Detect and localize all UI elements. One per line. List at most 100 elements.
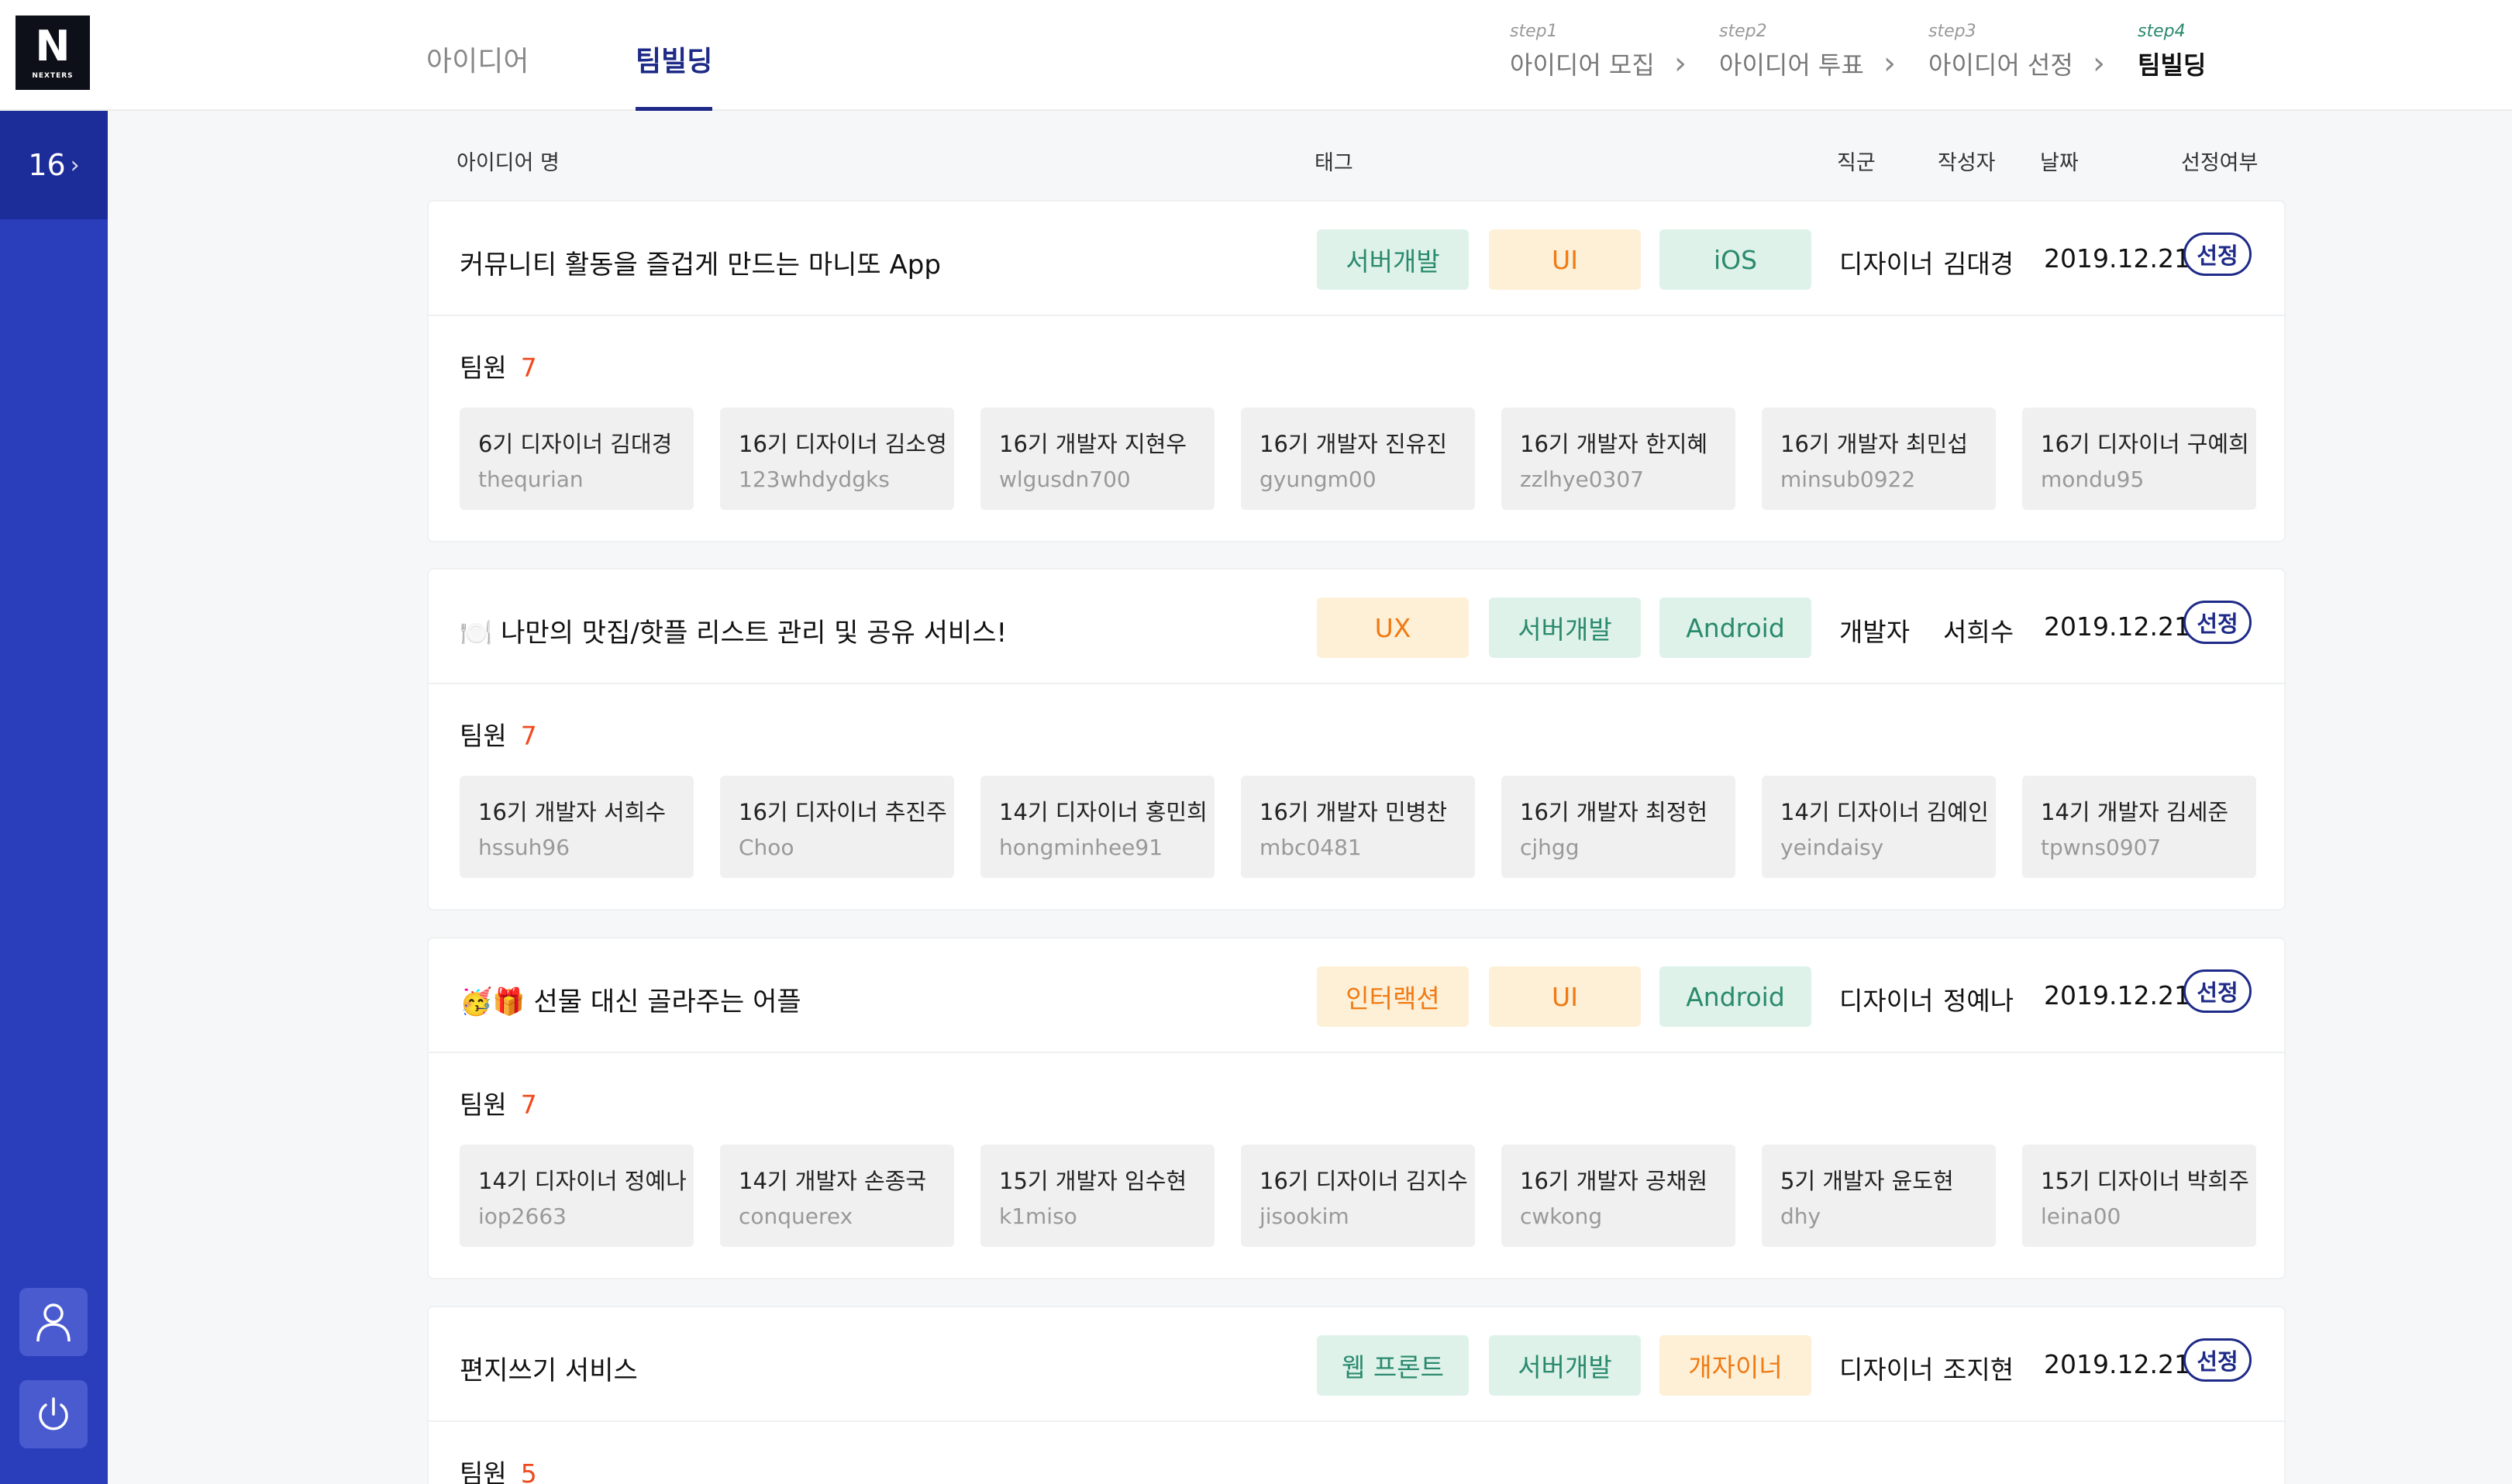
generation-number: 16: [28, 148, 66, 182]
tag: 서버개발: [1317, 229, 1469, 290]
member-chip[interactable]: 16기 개발자 공채원 cwkong: [1501, 1145, 1735, 1247]
tab-team-building[interactable]: 팀빌딩: [636, 39, 713, 111]
member-name: 16기 디자이너 추진주: [739, 799, 947, 825]
member-name: 15기 개발자 임수현: [999, 1168, 1187, 1194]
tag: Android: [1659, 597, 1811, 658]
member-chip[interactable]: 14기 디자이너 홍민희 hongminhee91: [980, 776, 1215, 878]
member-chip[interactable]: 14기 디자이너 정예나 iop2663: [460, 1145, 694, 1247]
member-chip[interactable]: 6기 디자이너 김대경 thequrian: [460, 408, 694, 510]
step-2: step2 아이디어 투표: [1719, 22, 1864, 81]
idea-card: 커뮤니티 활동을 즐겁게 만드는 마니또 App 서버개발 UI iOS 디자이…: [427, 200, 2286, 542]
members-label: 팀원: [460, 1458, 507, 1484]
members-heading: 팀원 7: [460, 1084, 537, 1121]
step-3-number: step3: [1928, 22, 1976, 41]
member-id: dhy: [1780, 1203, 1821, 1229]
role: 디자이너: [1839, 986, 1934, 1016]
member-chip[interactable]: 16기 개발자 민병찬 mbc0481: [1241, 776, 1475, 878]
member-chip[interactable]: 16기 개발자 최민섭 minsub0922: [1762, 408, 1996, 510]
date: 2019.12.21: [2044, 1349, 2190, 1379]
selected-badge[interactable]: 선정: [2183, 232, 2252, 276]
tag: UX: [1317, 597, 1469, 658]
tag: iOS: [1659, 229, 1811, 290]
tab-idea[interactable]: 아이디어: [426, 39, 529, 111]
selected-badge[interactable]: 선정: [2183, 601, 2252, 644]
author: 정예나: [1943, 986, 2014, 1016]
logo-word: NEXTERS: [32, 72, 74, 80]
member-chip[interactable]: 16기 디자이너 김소영 123whdydgks: [720, 408, 954, 510]
member-chip[interactable]: 16기 개발자 서희수 hssuh96: [460, 776, 694, 878]
author: 조지현: [1943, 1355, 2014, 1385]
step-3: step3 아이디어 선정: [1928, 22, 2073, 81]
sidebar: 16 ›: [0, 111, 108, 1484]
member-chip[interactable]: 16기 디자이너 구예희 mondu95: [2022, 408, 2256, 510]
member-chip[interactable]: 15기 디자이너 박희주 leina00: [2022, 1145, 2256, 1247]
member-name: 14기 디자이너 김예인: [1780, 799, 1989, 825]
generation-selector[interactable]: 16 ›: [0, 111, 108, 219]
member-name: 14기 디자이너 정예나: [478, 1168, 687, 1194]
member-name: 14기 개발자 손종국: [739, 1168, 927, 1194]
column-header-selection: 선정여부: [2181, 151, 2259, 175]
member-id: conquerex: [739, 1203, 853, 1229]
member-chip[interactable]: 16기 디자이너 김지수 jisookim: [1241, 1145, 1475, 1247]
role: 개발자: [1839, 617, 1911, 647]
member-name: 15기 디자이너 박희주: [2041, 1168, 2249, 1194]
member-chip[interactable]: 14기 개발자 김세준 tpwns0907: [2022, 776, 2256, 878]
member-id: cjhgg: [1520, 835, 1580, 860]
column-header-tag: 태그: [1315, 151, 1353, 175]
members-heading: 팀원 7: [460, 347, 537, 384]
member-id: tpwns0907: [2041, 835, 2162, 860]
date: 2019.12.21: [2044, 243, 2190, 274]
member-id: 123whdydgks: [739, 467, 890, 492]
tag: UI: [1489, 966, 1641, 1027]
step-4-number: step4: [2138, 22, 2186, 41]
step-3-name: 아이디어 선정: [1928, 50, 2073, 80]
member-id: jisookim: [1259, 1203, 1349, 1229]
member-name: 16기 개발자 한지혜: [1520, 431, 1708, 457]
member-id: hssuh96: [478, 835, 570, 860]
member-id: leina00: [2041, 1203, 2121, 1229]
nexters-logo[interactable]: N NEXTERS: [16, 15, 90, 90]
member-id: wlgusdn700: [999, 467, 1131, 492]
role: 디자이너: [1839, 1355, 1934, 1385]
members-label: 팀원: [460, 1090, 507, 1120]
idea-card-header[interactable]: 🍽️ 나만의 맛집/핫플 리스트 관리 및 공유 서비스! UX 서버개발 An…: [429, 570, 2284, 684]
member-chip[interactable]: 16기 개발자 지현우 wlgusdn700: [980, 408, 1215, 510]
member-chip[interactable]: 14기 개발자 손종국 conquerex: [720, 1145, 954, 1247]
member-name: 16기 개발자 공채원: [1520, 1168, 1708, 1194]
member-chip[interactable]: 16기 개발자 진유진 gyungm00: [1241, 408, 1475, 510]
step-2-name: 아이디어 투표: [1719, 50, 1864, 80]
members-heading: 팀원 5: [460, 1453, 537, 1484]
tag: 서버개발: [1489, 597, 1641, 658]
member-id: mondu95: [2041, 467, 2145, 492]
member-chip[interactable]: 16기 디자이너 추진주 Choo: [720, 776, 954, 878]
member-chip[interactable]: 14기 디자이너 김예인 yeindaisy: [1762, 776, 1996, 878]
member-name: 16기 개발자 민병찬: [1259, 799, 1448, 825]
idea-title: 🥳🎁 선물 대신 골라주는 어플: [460, 986, 801, 1017]
step-arrow-icon: ›: [1883, 46, 1896, 81]
idea-card-header[interactable]: 커뮤니티 활동을 즐겁게 만드는 마니또 App 서버개발 UI iOS 디자이…: [429, 201, 2284, 316]
member-id: gyungm00: [1259, 467, 1377, 492]
member-chip[interactable]: 16기 개발자 최정헌 cjhgg: [1501, 776, 1735, 878]
member-name: 16기 디자이너 구예희: [2041, 431, 2249, 457]
team-members-section: 팀원 5: [429, 1422, 2284, 1484]
author: 서희수: [1943, 617, 2014, 647]
idea-card-header[interactable]: 편지쓰기 서비스 웹 프론트 서버개발 개자이너 디자이너 조지현 2019.1…: [429, 1307, 2284, 1422]
team-members-section: 팀원 7 6기 디자이너 김대경 thequrian 16기 디자이너 김소영 123…: [429, 316, 2284, 542]
idea-card-header[interactable]: 🥳🎁 선물 대신 골라주는 어플 인터랙션 UI Android 디자이너 정예…: [429, 938, 2284, 1053]
logout-button[interactable]: [19, 1380, 88, 1448]
member-name: 16기 디자이너 김지수: [1259, 1168, 1468, 1194]
selected-badge[interactable]: 선정: [2183, 969, 2252, 1013]
power-icon: [39, 1397, 68, 1431]
team-members-section: 팀원 7 14기 디자이너 정예나 iop2663 14기 개발자 손종국 conqu…: [429, 1053, 2284, 1279]
member-chip[interactable]: 16기 개발자 한지혜 zzlhye0307: [1501, 408, 1735, 510]
member-chip[interactable]: 15기 개발자 임수현 k1miso: [980, 1145, 1215, 1247]
member-chip[interactable]: 5기 개발자 윤도현 dhy: [1762, 1145, 1996, 1247]
member-id: k1miso: [999, 1203, 1077, 1229]
member-name: 14기 개발자 김세준: [2041, 799, 2229, 825]
step-1-number: step1: [1510, 22, 1558, 41]
member-id: mbc0481: [1259, 835, 1362, 860]
members-label: 팀원: [460, 353, 507, 383]
column-header-author: 작성자: [1938, 151, 1996, 175]
user-button[interactable]: [19, 1288, 88, 1356]
selected-badge[interactable]: 선정: [2183, 1338, 2252, 1382]
